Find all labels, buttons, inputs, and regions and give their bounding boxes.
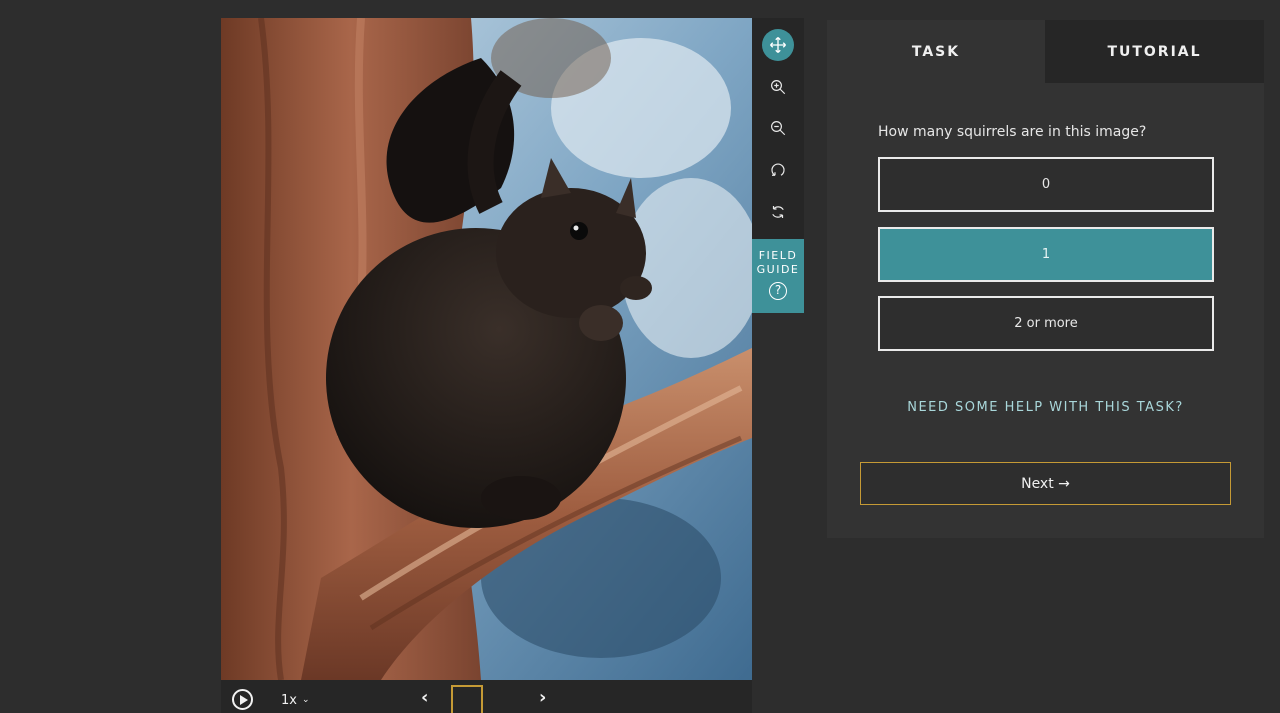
help-circle-icon: ? [769,282,787,300]
reset-tool[interactable] [762,196,794,228]
answer-option-0[interactable]: 0 [878,157,1214,212]
play-icon[interactable] [232,689,253,710]
subject-image[interactable] [221,18,752,680]
playback-rate-value: 1x [281,693,297,708]
playback-bar: 1x ⌄ ‹ › [221,680,752,713]
task-panel: TASK TUTORIAL How many squirrels are in … [827,20,1264,538]
answer-option-2-or-more[interactable]: 2 or more [878,296,1214,351]
task-help-link[interactable]: NEED SOME HELP WITH THIS TASK? [827,400,1264,415]
playback-rate-select[interactable]: 1x ⌄ [281,693,310,708]
zoom-in-icon [771,80,786,95]
rotate-tool[interactable] [762,154,794,186]
zoom-out-tool[interactable] [762,112,794,144]
reset-icon [772,206,784,218]
zoom-out-icon [771,121,786,136]
tab-tutorial[interactable]: TUTORIAL [1045,20,1264,83]
next-button[interactable]: Next → [860,462,1231,505]
field-guide-button[interactable]: FIELD GUIDE ? [752,239,804,313]
field-guide-label-line2: GUIDE [756,263,800,276]
frame-thumbnail[interactable] [451,685,483,713]
tab-task[interactable]: TASK [827,20,1045,83]
field-guide-label-line1: FIELD [758,249,798,262]
zoom-in-tool[interactable] [762,71,794,103]
move-tool[interactable] [762,29,794,61]
move-arrows-icon [770,37,786,53]
rotate-icon [771,163,785,176]
squirrel-photo [221,18,752,680]
chevron-right-icon[interactable]: › [539,689,546,707]
chevron-down-icon: ⌄ [301,695,310,705]
chevron-left-icon[interactable]: ‹ [421,689,428,707]
classifier-page: 1x ⌄ ‹ › FIELD GUIDE ? TASK TUTORIAL How… [0,0,1280,713]
image-toolbar: FIELD GUIDE ? [752,18,804,313]
task-question: How many squirrels are in this image? [878,124,1147,140]
answer-option-1[interactable]: 1 [878,227,1214,282]
